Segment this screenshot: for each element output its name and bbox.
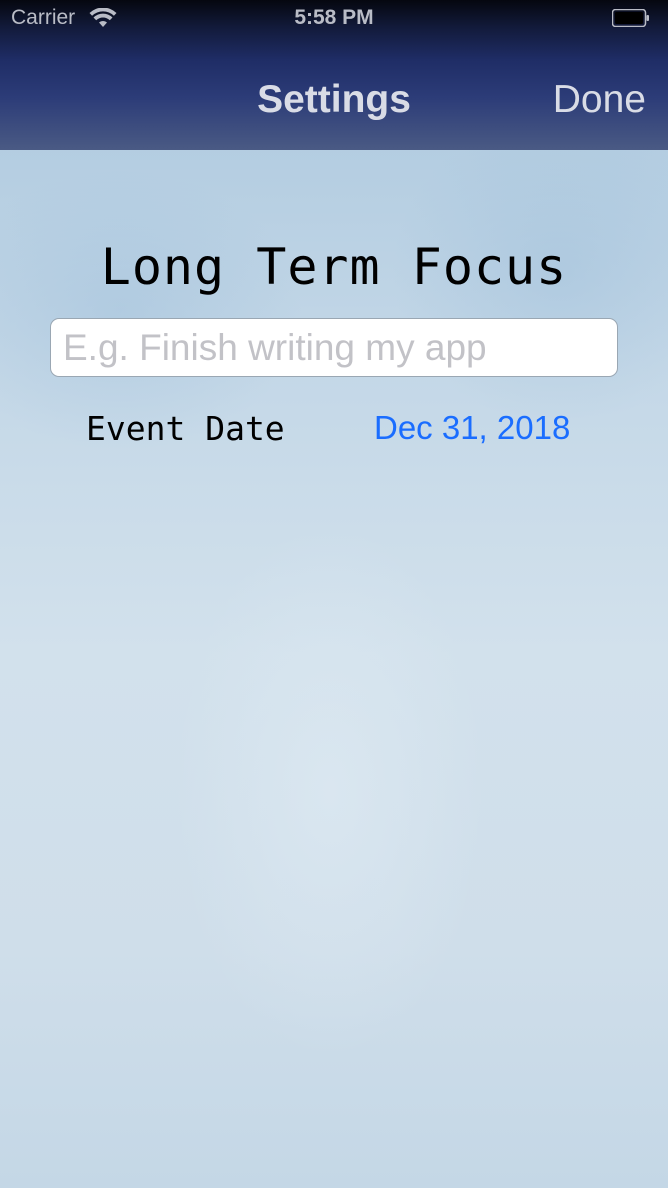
long-term-focus-heading: Long Term Focus (100, 238, 568, 296)
settings-screen: Carrier 5:58 PM Settings Done Long Term … (0, 0, 668, 1188)
status-bar: Carrier 5:58 PM (0, 0, 668, 40)
focus-input[interactable] (50, 318, 618, 377)
done-button[interactable]: Done (553, 78, 646, 122)
status-time: 5:58 PM (294, 6, 374, 29)
battery-icon (611, 8, 650, 28)
event-date-label: Event Date (86, 409, 285, 448)
event-date-picker[interactable]: Dec 31, 2018 (374, 409, 570, 447)
background-image (0, 150, 668, 1188)
nav-header: Carrier 5:58 PM Settings Done (0, 0, 668, 150)
